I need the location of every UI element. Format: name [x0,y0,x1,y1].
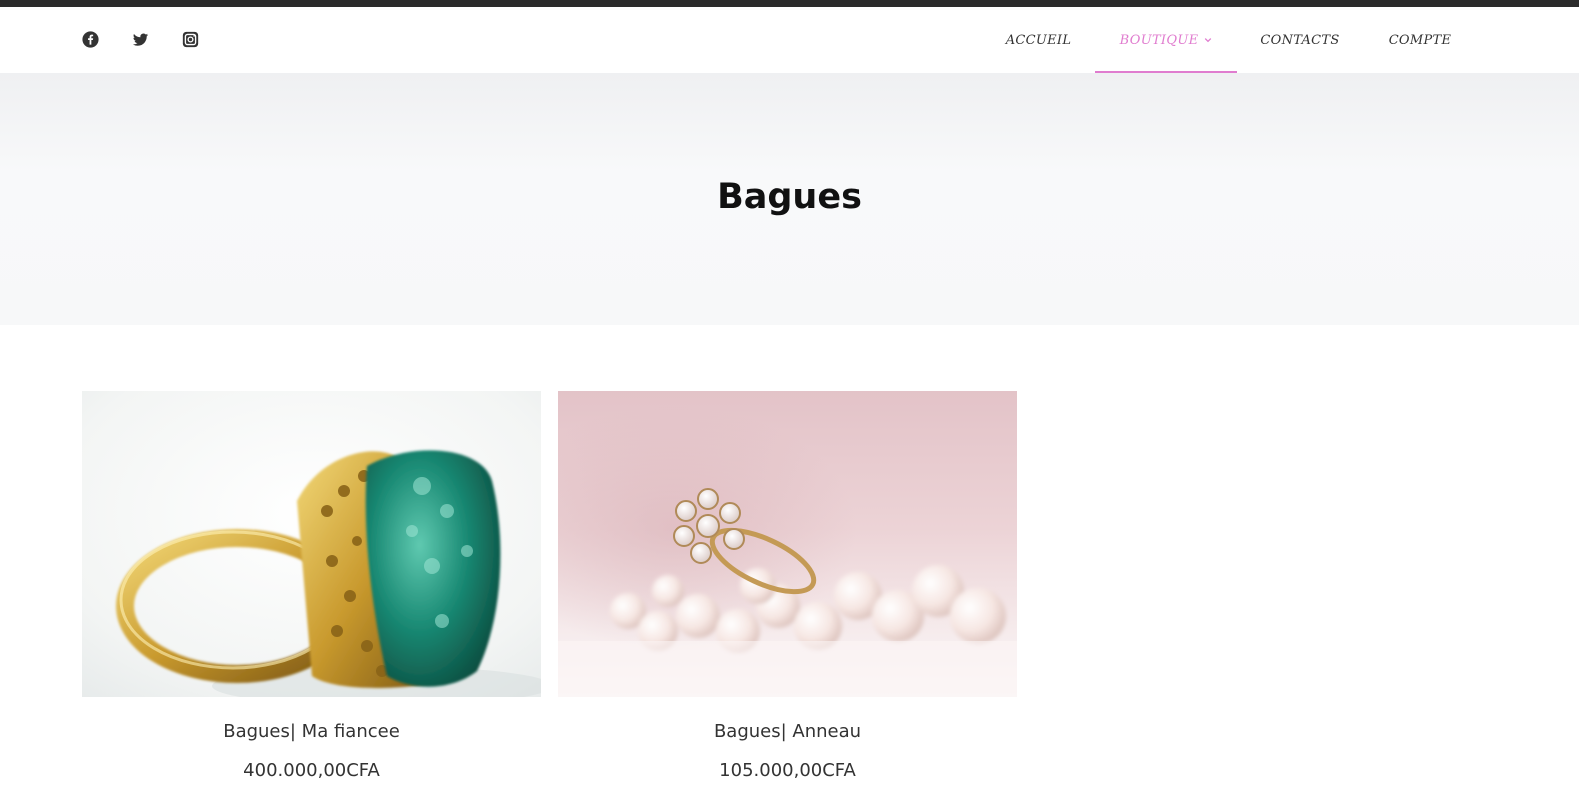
nav-boutique[interactable]: BOUTIQUE [1095,7,1237,73]
site-header: ACCUEIL BOUTIQUE CONTACTS COMPTE [0,7,1579,73]
product-title[interactable]: Bagues| Ma fiancee [82,721,541,742]
product-card: Bagues| Anneau 105.000,00CFA [558,391,1017,781]
nav-compte-label: COMPTE [1388,32,1452,48]
page-hero: Bagues [0,73,1579,325]
facebook-icon[interactable] [82,31,99,48]
nav-contacts-label: CONTACTS [1260,32,1340,48]
nav-compte[interactable]: COMPTE [1363,7,1477,73]
product-card: Bagues| Ma fiancee 400.000,00CFA [82,391,541,781]
main-nav: ACCUEIL BOUTIQUE CONTACTS COMPTE [982,7,1579,73]
top-strip [0,0,1579,7]
instagram-icon[interactable] [182,31,199,48]
product-price: 400.000,00CFA [243,760,380,781]
product-price: 105.000,00CFA [719,760,856,781]
nav-accueil-label: ACCUEIL [1005,32,1072,48]
nav-contacts[interactable]: CONTACTS [1237,7,1363,73]
product-title[interactable]: Bagues| Anneau [558,721,1017,742]
nav-boutique-label: BOUTIQUE [1119,32,1199,48]
product-image-pearl-ring[interactable] [558,391,1017,697]
chevron-down-icon [1205,38,1212,43]
twitter-icon[interactable] [132,31,149,48]
product-image-emerald-ring[interactable] [82,391,541,697]
nav-accueil[interactable]: ACCUEIL [982,7,1095,73]
page-title: Bagues [717,177,862,217]
social-links [82,31,199,48]
